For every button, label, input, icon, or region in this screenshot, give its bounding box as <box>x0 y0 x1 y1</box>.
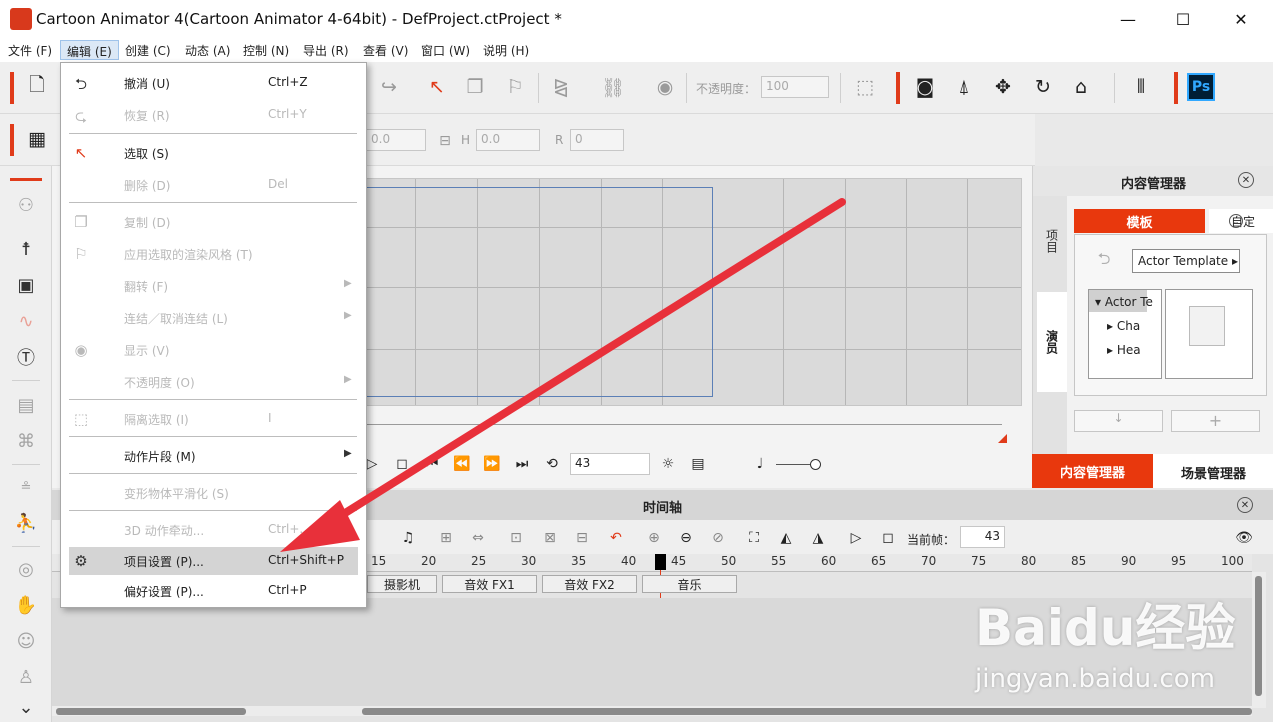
baidu-watermark: Baidu经验 jingyan.baidu.com <box>975 580 1265 700</box>
arrow-shaft <box>314 198 846 534</box>
watermark-brand: Baidu经验 <box>975 599 1236 657</box>
watermark-url: jingyan.baidu.com <box>975 664 1215 694</box>
